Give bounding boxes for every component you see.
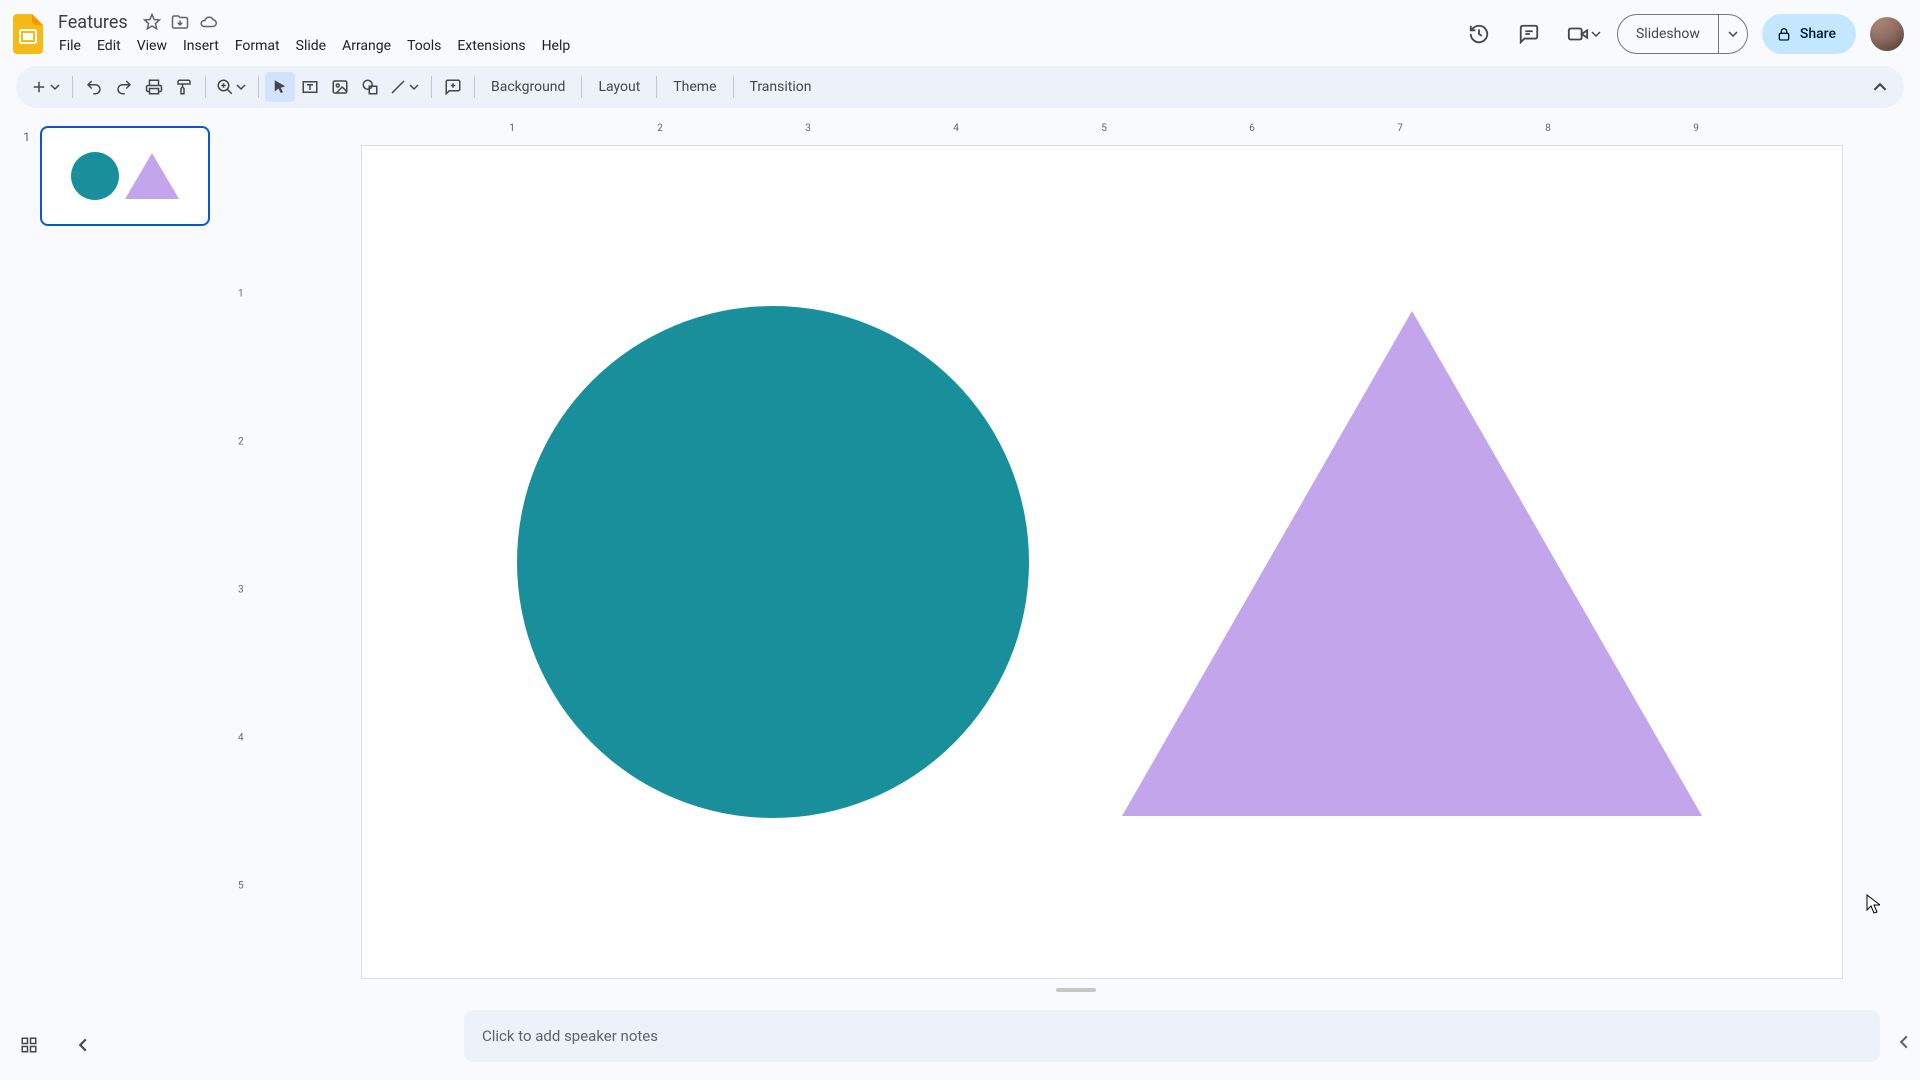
menu-view[interactable]: View [130, 34, 174, 58]
cloud-status-icon[interactable] [198, 12, 218, 32]
slide-stage[interactable] [232, 134, 1920, 1080]
slideshow-dropdown[interactable] [1719, 15, 1747, 53]
layout-button[interactable]: Layout [588, 73, 650, 101]
meet-button[interactable] [1561, 19, 1603, 49]
move-folder-icon[interactable] [170, 12, 190, 32]
grid-view-button[interactable] [16, 1032, 42, 1058]
redo-button[interactable] [109, 72, 139, 102]
collapse-filmstrip-button[interactable] [70, 1032, 96, 1058]
transition-button[interactable]: Transition [740, 73, 822, 101]
toolbar: Background Layout Theme Transition [16, 66, 1904, 108]
expand-side-panel-button[interactable] [1892, 1030, 1916, 1054]
document-title[interactable]: Features [52, 12, 134, 33]
print-button[interactable] [139, 72, 169, 102]
star-icon[interactable] [142, 12, 162, 32]
background-button[interactable]: Background [481, 73, 575, 101]
slide-thumbnail-row: 1 [20, 126, 220, 226]
share-button[interactable]: Share [1762, 14, 1856, 54]
triangle-shape[interactable] [1122, 311, 1702, 816]
horizontal-ruler[interactable]: 1 2 3 4 5 6 7 8 9 [254, 112, 1920, 134]
chevron-down-icon [407, 82, 421, 92]
undo-button[interactable] [79, 72, 109, 102]
lock-icon [1776, 26, 1792, 42]
menu-format[interactable]: Format [228, 34, 287, 58]
comment-tool[interactable] [438, 72, 468, 102]
mouse-cursor-icon [1866, 894, 1880, 914]
chevron-down-icon [234, 82, 248, 92]
menu-insert[interactable]: Insert [176, 34, 226, 58]
slideshow-button-group: Slideshow [1617, 14, 1748, 54]
menu-file[interactable]: File [52, 34, 88, 58]
header-actions: Slideshow Share [1461, 14, 1904, 54]
theme-button[interactable]: Theme [663, 73, 726, 101]
share-label: Share [1800, 26, 1836, 42]
paint-format-button[interactable] [169, 72, 199, 102]
zoom-button[interactable] [212, 72, 252, 102]
menu-help[interactable]: Help [535, 34, 578, 58]
app-header: Features File Edit View Insert Format Sl… [0, 0, 1920, 62]
menu-edit[interactable]: Edit [90, 34, 128, 58]
slides-app-icon[interactable] [8, 14, 48, 54]
slide-canvas[interactable] [362, 146, 1842, 978]
collapse-toolbar-button[interactable] [1866, 73, 1894, 101]
slide-1-thumbnail[interactable] [40, 126, 210, 226]
image-tool[interactable] [325, 72, 355, 102]
notes-resize-handle[interactable] [1056, 988, 1096, 992]
chevron-down-icon [1591, 29, 1601, 39]
shape-tool[interactable] [355, 72, 385, 102]
menu-extensions[interactable]: Extensions [450, 34, 532, 58]
circle-shape[interactable] [517, 306, 1029, 818]
thumbnail-triangle-shape [125, 153, 179, 199]
canvas-area: 1 2 3 4 5 6 7 8 9 1 2 3 4 5 [232, 112, 1920, 1080]
menu-arrange[interactable]: Arrange [335, 34, 398, 58]
new-slide-button[interactable] [26, 72, 66, 102]
select-tool[interactable] [265, 72, 295, 102]
history-icon[interactable] [1461, 16, 1497, 52]
menu-tools[interactable]: Tools [400, 34, 448, 58]
slide-number: 1 [20, 126, 30, 226]
bottom-left-controls [16, 1032, 96, 1058]
comments-icon[interactable] [1511, 16, 1547, 52]
speaker-notes[interactable]: Click to add speaker notes [464, 1010, 1880, 1062]
menu-bar: File Edit View Insert Format Slide Arran… [52, 34, 577, 58]
menu-slide[interactable]: Slide [289, 34, 333, 58]
chevron-down-icon [48, 82, 62, 92]
filmstrip[interactable]: 1 [0, 112, 232, 1080]
workspace: 1 1 2 3 4 5 6 7 8 9 1 2 3 4 [0, 112, 1920, 1080]
speaker-notes-placeholder: Click to add speaker notes [482, 1027, 658, 1045]
textbox-tool[interactable] [295, 72, 325, 102]
slideshow-button[interactable]: Slideshow [1618, 15, 1719, 53]
title-area: Features File Edit View Insert Format Sl… [52, 10, 577, 58]
line-tool[interactable] [385, 72, 425, 102]
side-panel-rail [1888, 112, 1920, 1080]
thumbnail-circle-shape [71, 152, 119, 200]
account-avatar[interactable] [1870, 17, 1904, 51]
